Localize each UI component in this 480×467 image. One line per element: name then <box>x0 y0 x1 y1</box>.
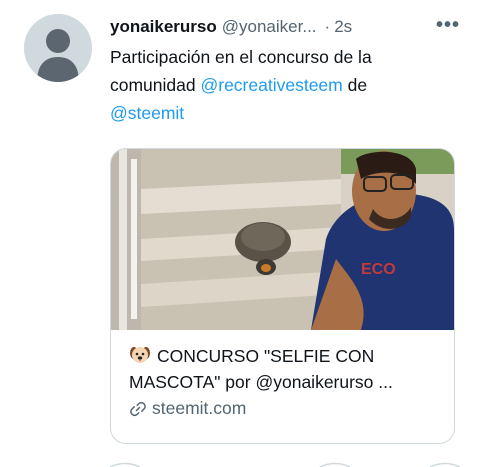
card-domain-text: steemit.com <box>152 398 247 418</box>
link-icon <box>130 401 146 416</box>
author-name[interactable]: yonaikerurso <box>110 17 217 37</box>
avatar[interactable] <box>24 14 92 82</box>
mention-recreativesteem[interactable]: @recreativesteem <box>200 75 342 95</box>
dog-face-icon <box>130 347 150 363</box>
next-tweet-edge <box>109 462 461 467</box>
link-card[interactable]: ECO CONCURSO "SELFIE CON MASCOTA" por @y… <box>110 148 455 444</box>
tweet-text-part2: de <box>342 75 368 95</box>
card-image: ECO <box>111 149 454 330</box>
card-body: CONCURSO "SELFIE CON MASCOTA" por @yonai… <box>129 343 444 419</box>
card-title: CONCURSO "SELFIE CON MASCOTA" por @yonai… <box>129 343 444 395</box>
card-domain: steemit.com <box>129 398 444 419</box>
more-horizontal-icon[interactable]: ••• <box>436 14 460 37</box>
card-title-text: CONCURSO "SELFIE CON MASCOTA" por @yonai… <box>129 346 393 392</box>
tweet-text: Participación en el concurso de la comun… <box>110 43 450 127</box>
tweet-header: yonaikerurso @yonaiker... · 2s ••• <box>110 14 460 38</box>
svg-text:ECO: ECO <box>361 261 396 278</box>
separator-dot: · <box>324 17 331 36</box>
default-avatar-icon <box>24 14 92 82</box>
mention-steemit[interactable]: @steemit <box>110 103 184 123</box>
tweet-timestamp[interactable]: 2s <box>334 17 352 37</box>
author-handle[interactable]: @yonaiker... <box>222 17 317 37</box>
